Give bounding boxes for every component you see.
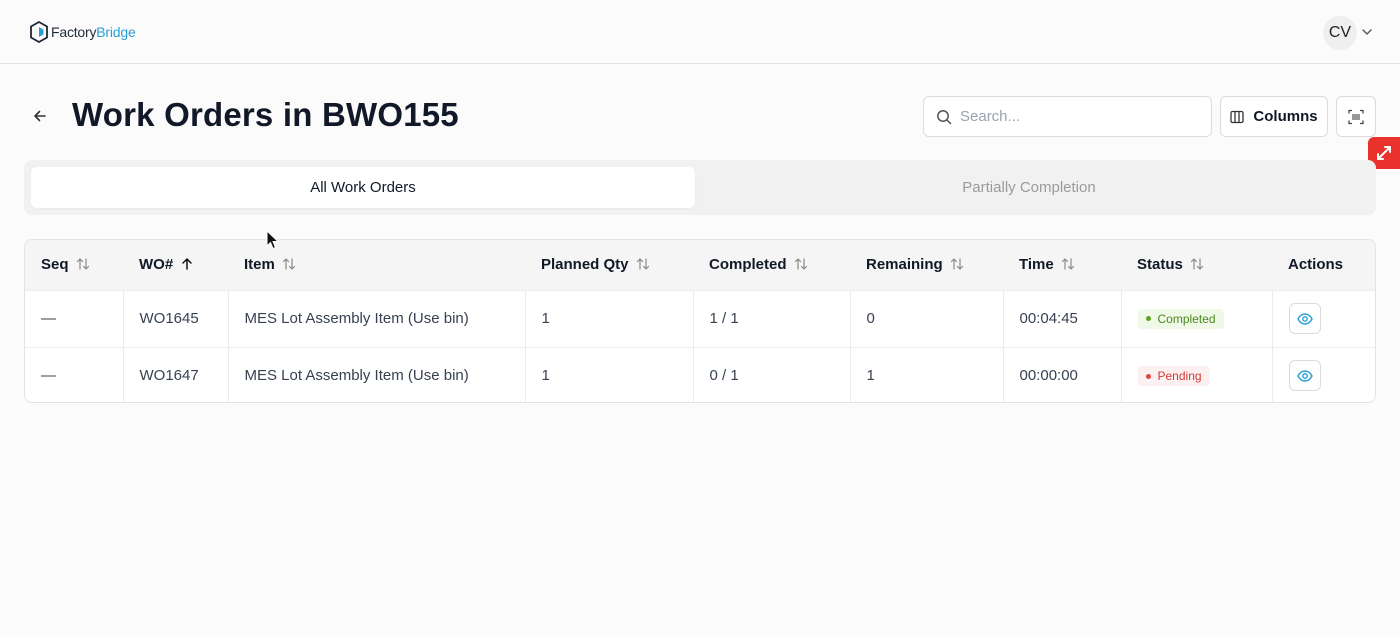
top-bar: FactoryBridge CV [0,0,1400,64]
cell-wo-number: WO1647 [122,347,228,402]
view-button[interactable] [1288,360,1321,392]
column-header-label: Completed [709,256,787,274]
status-label: Pending [1157,369,1202,383]
search-input[interactable] [960,97,1200,136]
sort-icon [794,258,807,270]
status-badge: Pending [1137,366,1210,386]
table-row[interactable]: — WO1645 MES Lot Assembly Item (Use bin)… [25,290,1375,347]
columns-icon [1230,110,1245,123]
column-header-label: Planned Qty [541,256,629,274]
cell-wo-number: WO1645 [122,290,228,347]
column-header-remaining[interactable]: Remaining [850,240,1003,290]
columns-button-label: Columns [1253,108,1318,125]
mouse-cursor-icon [266,230,280,250]
cell-actions [1271,347,1375,402]
status-dot [1145,373,1151,379]
eye-icon [1296,370,1313,382]
tab-bar: All Work Orders Partially Completion [24,160,1376,215]
column-header-actions: Actions [1272,240,1375,290]
page-title: Work Orders in BWO155 [72,96,459,133]
cell-status: Completed [1120,290,1272,347]
table-row[interactable]: — WO1647 MES Lot Assembly Item (Use bin)… [25,347,1375,402]
logo-text-factory: Factory [51,24,97,40]
view-button[interactable] [1288,303,1321,334]
tab-all-work-orders[interactable]: All Work Orders [31,167,695,208]
cell-seq: — [41,310,56,327]
cell-remaining: 1 [849,347,1003,402]
cell-status: Pending [1120,347,1272,402]
column-header-label: WO# [139,256,174,274]
table-header-row: Seq WO# Item Planned Qty Completed Remai… [25,240,1375,290]
status-label: Completed [1157,311,1216,326]
columns-button[interactable]: Columns [1220,96,1328,137]
column-header-planned-qty[interactable]: Planned Qty [525,240,693,290]
sort-ascending-icon [182,258,192,270]
work-orders-table: Seq WO# Item Planned Qty Completed Remai… [24,239,1376,403]
column-header-label: Actions [1288,256,1344,274]
column-header-wo[interactable]: WO# [123,240,228,290]
cell-completed: 1 / 1 [692,290,850,347]
sort-icon [282,258,295,270]
user-avatar[interactable]: CV [1323,16,1357,50]
cell-time: 00:04:45 [1002,290,1121,347]
search-icon [937,110,952,125]
column-header-label: Seq [41,256,69,274]
chevron-down-icon[interactable] [1361,26,1373,38]
cell-remaining: 0 [849,290,1003,347]
cell-planned-qty: 1 [524,290,693,347]
app-logo[interactable]: FactoryBridge [30,20,136,44]
logo-text-bridge: Bridge [96,24,136,40]
tab-partially-completion[interactable]: Partially Completion [697,167,1361,208]
cell-item: MES Lot Assembly Item (Use bin) [227,290,525,347]
sort-icon [1190,258,1203,270]
column-header-label: Remaining [866,256,943,274]
cell-planned-qty: 1 [524,347,693,402]
logo-icon [30,21,48,43]
status-dot [1145,316,1151,322]
sort-icon [76,258,89,270]
sort-icon [950,258,963,270]
column-header-completed[interactable]: Completed [693,240,850,290]
cell-item: MES Lot Assembly Item (Use bin) [227,347,525,402]
sort-icon [1061,258,1074,270]
scan-button[interactable] [1336,96,1376,137]
cell-seq: — [41,367,56,385]
column-header-label: Item [244,256,275,274]
column-header-status[interactable]: Status [1121,240,1272,290]
search-box[interactable] [923,96,1212,137]
cell-actions [1271,290,1375,347]
column-header-label: Time [1019,256,1054,274]
status-badge: Completed [1137,308,1224,329]
column-header-seq[interactable]: Seq [25,240,123,290]
sort-icon [636,258,649,270]
eye-icon [1296,312,1313,325]
back-arrow-icon[interactable] [31,107,49,125]
cell-time: 00:00:00 [1002,347,1121,402]
column-header-label: Status [1137,256,1183,274]
cell-completed: 0 / 1 [692,347,850,402]
barcode-scan-icon [1348,109,1364,124]
expand-icon [1377,146,1391,160]
column-header-time[interactable]: Time [1003,240,1121,290]
